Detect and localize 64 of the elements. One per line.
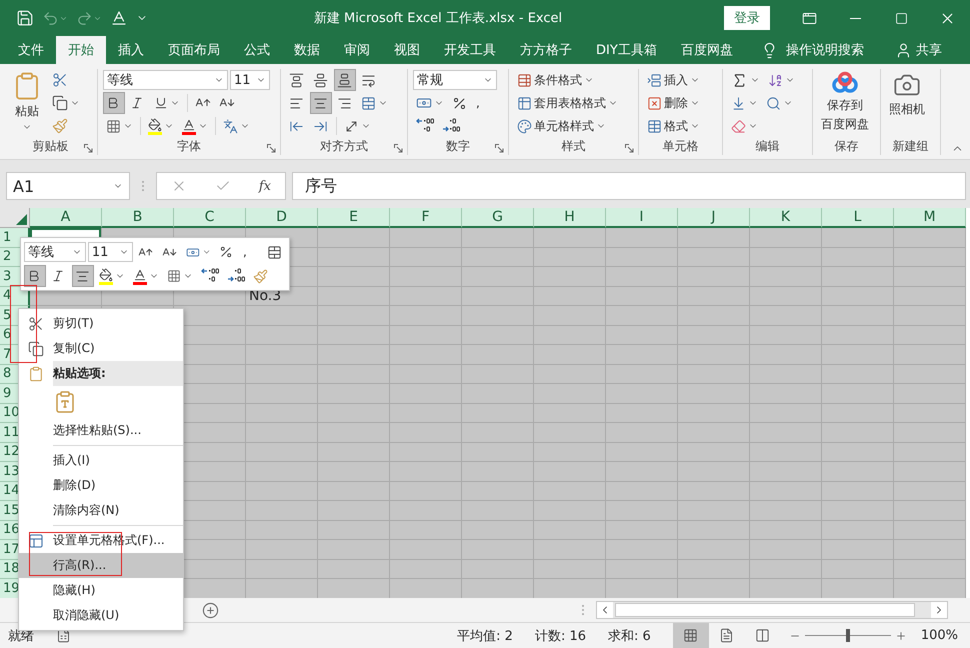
column-header[interactable]: D bbox=[246, 208, 318, 228]
column-header[interactable]: K bbox=[750, 208, 822, 228]
column-header[interactable]: B bbox=[102, 208, 174, 228]
menu-item[interactable]: 行高(R)... bbox=[19, 553, 183, 578]
group-label: 单元格 bbox=[662, 138, 698, 155]
group-label: 对齐方式 bbox=[320, 138, 368, 155]
ribbon-tab[interactable]: 文件 bbox=[6, 36, 56, 64]
group-label: 数字 bbox=[446, 138, 470, 155]
login-button[interactable]: 登录 bbox=[724, 6, 770, 30]
paste-button[interactable]: 粘贴 bbox=[9, 69, 45, 138]
column-header[interactable]: I bbox=[606, 208, 678, 228]
ribbon-tab[interactable]: 百度网盘 bbox=[668, 36, 745, 64]
column-header[interactable]: F bbox=[390, 208, 462, 228]
column-header[interactable]: E bbox=[318, 208, 390, 228]
ribbon-tab[interactable]: 方方格子 bbox=[508, 36, 584, 64]
cells-button[interactable]: 删除 bbox=[644, 92, 703, 114]
group-label: 样式 bbox=[562, 138, 586, 155]
ribbon-tab[interactable]: DIY工具箱 bbox=[584, 36, 669, 64]
ribbon-tab[interactable]: 公式 bbox=[232, 36, 282, 64]
font-size-dropdown[interactable]: 11 bbox=[230, 70, 270, 90]
comma-style-button[interactable]: , bbox=[240, 241, 262, 263]
styles-button[interactable]: 单元格样式 bbox=[514, 115, 621, 137]
column-header[interactable]: H bbox=[534, 208, 606, 228]
ribbon-tab[interactable]: 开始 bbox=[56, 36, 106, 64]
font-size-dropdown[interactable]: 11 bbox=[88, 242, 133, 262]
column-header[interactable]: C bbox=[174, 208, 246, 228]
column-header[interactable]: M bbox=[894, 208, 966, 228]
ribbon-tab[interactable]: 页面布局 bbox=[156, 36, 232, 64]
cells-button[interactable]: 插入 bbox=[644, 69, 703, 91]
group-label: 新建组 bbox=[892, 138, 928, 155]
save-to-cloud-button[interactable]: 保存到 百度网盘 bbox=[818, 69, 872, 138]
ribbon-tab[interactable]: 视图 bbox=[382, 36, 432, 64]
status-stat: 计数: 16 bbox=[534, 628, 586, 644]
group-label: 保存 bbox=[834, 138, 858, 155]
status-stat: 平均值: 2 bbox=[457, 628, 513, 644]
ribbon-tab[interactable]: 数据 bbox=[282, 36, 332, 64]
font-name-dropdown[interactable]: 等线 bbox=[103, 70, 228, 90]
font-name-dropdown[interactable]: 等线 bbox=[24, 242, 86, 262]
column-header[interactable]: G bbox=[462, 208, 534, 228]
zoom-level: 100% bbox=[920, 628, 958, 643]
status-stat: 求和: 6 bbox=[608, 628, 651, 644]
group-label: 字体 bbox=[177, 138, 201, 155]
window-title: 新建 Microsoft Excel 工作表.xlsx - Excel bbox=[312, 10, 564, 27]
ribbon-tab[interactable]: 插入 bbox=[106, 36, 156, 64]
number-format-dropdown[interactable]: 常规 bbox=[413, 70, 497, 90]
styles-button[interactable]: 条件格式 bbox=[514, 69, 621, 91]
formula-input[interactable]: 序号 bbox=[292, 172, 966, 200]
share-button[interactable]: 共享 bbox=[889, 36, 948, 64]
tell-me-search[interactable]: 操作说明搜索 bbox=[754, 36, 870, 64]
styles-button[interactable]: 套用表格格式 bbox=[514, 92, 621, 114]
ribbon-tab[interactable]: 开发工具 bbox=[432, 36, 508, 64]
column-header[interactable]: L bbox=[822, 208, 894, 228]
menu-item[interactable]: 取消隐藏(U) bbox=[19, 603, 183, 628]
insert-function-button[interactable]: fx bbox=[258, 178, 271, 194]
menu-section-label: 粘贴选项: bbox=[53, 361, 183, 386]
camera-button[interactable]: 照相机 bbox=[886, 69, 928, 138]
name-box[interactable]: A1 bbox=[6, 172, 130, 200]
group-label: 剪贴板 bbox=[32, 138, 68, 155]
column-header[interactable]: J bbox=[678, 208, 750, 228]
column-header[interactable]: A bbox=[30, 208, 102, 228]
ribbon-tab[interactable]: 审阅 bbox=[332, 36, 382, 64]
cells-button[interactable]: 格式 bbox=[644, 115, 703, 137]
comma-style-button[interactable]: , bbox=[473, 92, 495, 114]
group-label: 编辑 bbox=[756, 138, 780, 155]
